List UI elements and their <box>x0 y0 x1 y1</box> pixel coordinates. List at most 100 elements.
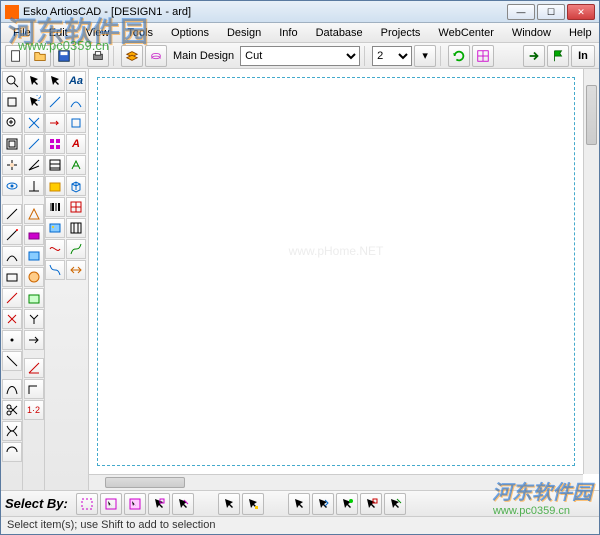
select-action-4-button[interactable] <box>360 493 382 515</box>
arc2-icon[interactable] <box>2 442 22 462</box>
refresh-button[interactable] <box>448 45 470 67</box>
menu-database[interactable]: Database <box>308 25 371 41</box>
grid2-icon[interactable] <box>66 197 86 217</box>
close-button[interactable]: ✕ <box>567 4 595 20</box>
pointer-icon[interactable] <box>24 71 44 91</box>
shape-a-icon[interactable] <box>66 155 86 175</box>
line-blue-icon[interactable] <box>24 134 44 154</box>
maximize-button[interactable]: ☐ <box>537 4 565 20</box>
select-action-3-button[interactable] <box>336 493 358 515</box>
cross-blue-icon[interactable] <box>24 113 44 133</box>
shape3-icon[interactable] <box>24 246 44 266</box>
menu-webcenter[interactable]: WebCenter <box>430 25 501 41</box>
select-mode-1-button[interactable] <box>76 493 98 515</box>
open-button[interactable] <box>29 45 51 67</box>
pan-icon[interactable] <box>2 155 22 175</box>
branch-icon[interactable] <box>24 309 44 329</box>
menu-window[interactable]: Window <box>504 25 559 41</box>
design-canvas[interactable]: www.pHome.NET <box>89 69 583 474</box>
arrow-tool-icon[interactable] <box>45 113 65 133</box>
titlebar: Esko ArtiosCAD - [DESIGN1 - ard] — ☐ ✕ <box>1 1 599 23</box>
select-action-2-button[interactable] <box>312 493 334 515</box>
pattern-icon[interactable] <box>45 134 65 154</box>
menu-design[interactable]: Design <box>219 25 269 41</box>
image-icon[interactable] <box>45 218 65 238</box>
curve3-icon[interactable] <box>45 239 65 259</box>
text-icon[interactable]: Aa <box>66 71 86 91</box>
angle-lines-icon[interactable] <box>24 155 44 175</box>
point-icon[interactable] <box>2 330 22 350</box>
menu-edit[interactable]: Edit <box>41 25 76 41</box>
barcode-icon[interactable] <box>45 197 65 217</box>
select-mode-2-button[interactable] <box>100 493 122 515</box>
arc-tool-icon[interactable] <box>66 92 86 112</box>
zoom-in-icon[interactable] <box>2 113 22 133</box>
select-filter-2-button[interactable] <box>242 493 264 515</box>
arc-icon[interactable] <box>2 246 22 266</box>
minimize-button[interactable]: — <box>507 4 535 20</box>
flag-button[interactable] <box>547 45 569 67</box>
layers-button[interactable] <box>121 45 143 67</box>
grid-toggle-button[interactable] <box>472 45 494 67</box>
cube-icon[interactable] <box>66 176 86 196</box>
select-mode-5-button[interactable] <box>172 493 194 515</box>
12-icon[interactable]: 1·2 <box>24 400 44 420</box>
shape1-icon[interactable] <box>24 204 44 224</box>
tool-column-2: ? 1·2 <box>23 69 45 490</box>
shape4-icon[interactable] <box>24 267 44 287</box>
scrollbar-vertical[interactable] <box>583 69 599 474</box>
line-icon[interactable] <box>2 204 22 224</box>
curve6-icon[interactable] <box>66 260 86 280</box>
help-pointer-icon[interactable]: ? <box>24 92 44 112</box>
perp-icon[interactable] <box>24 176 44 196</box>
angle2-icon[interactable] <box>24 379 44 399</box>
curve5-icon[interactable] <box>45 260 65 280</box>
crop-icon[interactable] <box>2 92 22 112</box>
rect-icon[interactable] <box>2 267 22 287</box>
select-filter-1-button[interactable] <box>218 493 240 515</box>
line-red-icon[interactable] <box>2 288 22 308</box>
line-tool-icon[interactable] <box>45 92 65 112</box>
box-icon[interactable] <box>24 288 44 308</box>
scissors-icon[interactable] <box>2 400 22 420</box>
select-mode-3-button[interactable] <box>124 493 146 515</box>
layer-combo[interactable]: Cut <box>240 46 360 66</box>
select-action-5-button[interactable] <box>384 493 406 515</box>
arrow-right-button[interactable] <box>523 45 545 67</box>
curve4-icon[interactable] <box>66 239 86 259</box>
shape2-icon[interactable] <box>24 225 44 245</box>
menu-view[interactable]: View <box>78 25 118 41</box>
zoom-window-icon[interactable] <box>2 71 22 91</box>
save-button[interactable] <box>53 45 75 67</box>
menu-projects[interactable]: Projects <box>373 25 429 41</box>
square-tool-icon[interactable] <box>66 113 86 133</box>
menu-file[interactable]: File <box>5 25 39 41</box>
zoom-extents-icon[interactable] <box>2 134 22 154</box>
in-button[interactable]: In <box>571 45 595 67</box>
line2-icon[interactable] <box>2 351 22 371</box>
curve-cross-icon[interactable] <box>2 421 22 441</box>
menu-help[interactable]: Help <box>561 25 600 41</box>
cross-red-icon[interactable] <box>2 309 22 329</box>
select-action-1-button[interactable] <box>288 493 310 515</box>
letter-a-icon[interactable]: A <box>66 134 86 154</box>
line-angle-icon[interactable] <box>2 225 22 245</box>
print-button[interactable] <box>87 45 109 67</box>
angle-red-icon[interactable] <box>24 358 44 378</box>
move-pointer-icon[interactable] <box>45 71 65 91</box>
hatch-icon[interactable] <box>45 155 65 175</box>
dropdown-button[interactable]: ▾ <box>414 45 436 67</box>
layer-icon-button[interactable] <box>145 45 167 67</box>
menu-options[interactable]: Options <box>163 25 217 41</box>
fill-icon[interactable] <box>45 176 65 196</box>
curve-icon[interactable] <box>2 379 22 399</box>
arrow-icon[interactable] <box>24 330 44 350</box>
menu-tools[interactable]: Tools <box>119 25 161 41</box>
grid3-icon[interactable] <box>66 218 86 238</box>
num-combo[interactable]: 2 <box>372 46 412 66</box>
eye-icon[interactable] <box>2 176 22 196</box>
new-button[interactable] <box>5 45 27 67</box>
menu-info[interactable]: Info <box>271 25 305 41</box>
select-mode-4-button[interactable] <box>148 493 170 515</box>
scrollbar-horizontal[interactable] <box>89 474 583 490</box>
